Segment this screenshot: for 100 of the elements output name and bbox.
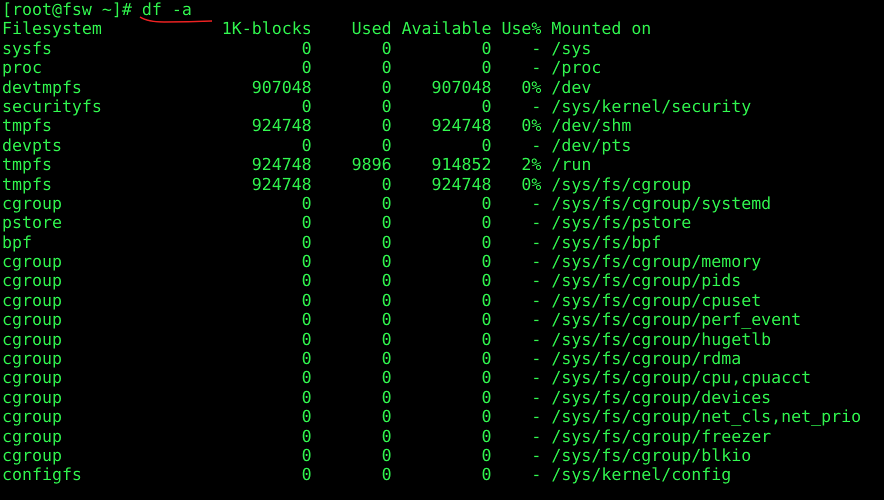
- table-cell-text: 924748: [250, 116, 312, 136]
- table-cell-text: devpts: [2, 136, 63, 156]
- table-cell-text: 0: [300, 232, 312, 252]
- shell-prompt: [root@fsw ~]#: [2, 0, 132, 20]
- table-cell-text: 0: [480, 426, 492, 446]
- table-cell: /sys/fs/cgroup/cpuset: [551, 290, 762, 310]
- table-cell: /sys/fs/cgroup/memory: [551, 252, 762, 272]
- table-cell-text: 0: [380, 58, 392, 78]
- table-cell: /sys/fs/cgroup/hugetlb: [551, 330, 772, 350]
- table-cell-text: configfs: [2, 465, 83, 485]
- table-cell-text: cgroup: [2, 194, 63, 214]
- table-cell-text: 0: [300, 136, 312, 156]
- table-cell-text: 0: [300, 465, 312, 485]
- column-header: Mounted on: [551, 19, 652, 39]
- table-cell-text: 0: [480, 194, 492, 214]
- table-cell-text: -: [530, 271, 542, 291]
- table-cell: /dev: [551, 78, 592, 97]
- table-cell-text: devtmpfs: [2, 78, 83, 97]
- column-header: Used: [350, 19, 392, 39]
- table-cell-text: -: [530, 388, 542, 408]
- table-cell-text: 0: [480, 271, 492, 291]
- table-cell-text: -: [530, 96, 542, 116]
- table-cell: /proc: [551, 58, 602, 78]
- table-cell-text: 914852: [430, 155, 492, 175]
- table-cell-text: 924748: [250, 155, 312, 175]
- table-cell-text: proc: [2, 58, 43, 78]
- table-cell-text: 0: [300, 58, 312, 78]
- table-cell-text: cgroup: [2, 310, 63, 330]
- table-cell-text: 0: [480, 96, 492, 116]
- table-cell-text: -: [530, 426, 542, 446]
- table-cell-text: cgroup: [2, 252, 63, 272]
- table-cell-text: -: [530, 194, 542, 214]
- table-cell-text: -: [530, 465, 542, 485]
- table-cell-text: 0: [480, 38, 492, 58]
- table-cell-text: 0: [300, 38, 312, 58]
- table-cell-text: 0: [300, 96, 312, 116]
- table-cell-text: 0: [380, 194, 392, 214]
- table-cell-text: 0: [380, 349, 392, 368]
- table-cell-text: cgroup: [2, 426, 63, 446]
- table-cell-text: cgroup: [2, 388, 63, 408]
- table-cell-text: 0%: [520, 78, 542, 97]
- column-header: Available: [402, 19, 492, 39]
- table-cell: /sys/fs/cgroup: [551, 174, 692, 194]
- table-cell: /sys/kernel/config: [551, 465, 732, 485]
- table-cell-text: cgroup: [2, 349, 63, 368]
- table-cell-text: 0: [480, 407, 492, 427]
- table-cell-text: 0: [300, 407, 312, 427]
- table-cell-text: -: [530, 38, 542, 58]
- table-cell-text: 0: [480, 136, 492, 156]
- table-cell-text: 907048: [430, 78, 492, 97]
- table-cell: /dev/shm: [551, 116, 632, 136]
- table-cell-text: 0: [480, 213, 492, 233]
- table-cell-text: -: [530, 310, 542, 330]
- table-cell-text: -: [530, 232, 542, 252]
- table-cell: /sys/fs/pstore: [551, 213, 692, 233]
- table-cell-text: 0: [300, 271, 312, 291]
- table-cell-text: cgroup: [2, 446, 63, 466]
- table-cell-text: 0: [480, 349, 492, 368]
- table-cell-text: 0: [480, 252, 492, 272]
- column-header: 1K-blocks: [222, 19, 312, 39]
- table-cell-text: 2%: [520, 155, 542, 175]
- table-cell-text: 0: [300, 368, 312, 388]
- table-cell-text: 0: [380, 136, 392, 156]
- table-cell: /sys/fs/cgroup/cpu,cpuacct: [551, 368, 812, 388]
- table-cell: /sys: [551, 38, 592, 58]
- table-cell: /run: [551, 155, 592, 175]
- table-cell-text: 907048: [250, 78, 312, 97]
- table-cell-text: tmpfs: [2, 116, 53, 136]
- column-header: Use%: [501, 19, 542, 39]
- table-cell-text: 0: [480, 368, 492, 388]
- table-cell-text: 0: [380, 213, 392, 233]
- table-cell: /sys/fs/cgroup/rdma: [551, 349, 742, 368]
- table-cell-text: -: [530, 446, 542, 466]
- table-cell-text: 0: [480, 446, 492, 466]
- table-cell-text: -: [530, 290, 542, 310]
- table-cell-text: 0: [480, 310, 492, 330]
- column-header: Filesystem: [2, 19, 103, 39]
- table-cell-text: cgroup: [2, 330, 63, 350]
- table-cell-text: cgroup: [2, 271, 63, 291]
- table-cell-text: 0: [300, 330, 312, 350]
- table-cell-text: 0: [300, 252, 312, 272]
- table-cell: /dev/pts: [551, 136, 632, 156]
- table-cell-text: 0: [480, 290, 492, 310]
- table-cell-text: 9896: [350, 155, 392, 175]
- table-cell-text: cgroup: [2, 290, 63, 310]
- table-cell: /sys/fs/cgroup/pids: [551, 271, 742, 291]
- table-cell-text: tmpfs: [2, 155, 53, 175]
- table-cell-text: 0: [300, 426, 312, 446]
- table-cell-text: 924748: [250, 174, 312, 194]
- table-cell-text: 0: [380, 252, 392, 272]
- table-cell-text: 0%: [520, 174, 542, 194]
- table-cell-text: 0%: [520, 116, 542, 136]
- table-cell: /sys/fs/cgroup/blkio: [551, 446, 752, 466]
- table-cell-text: 0: [380, 174, 392, 194]
- table-cell-text: 0: [380, 96, 392, 116]
- table-cell-text: 0: [380, 388, 392, 408]
- table-cell-text: 0: [380, 407, 392, 427]
- table-cell-text: 0: [380, 465, 392, 485]
- table-cell-text: -: [530, 330, 542, 350]
- table-cell-text: 0: [380, 330, 392, 350]
